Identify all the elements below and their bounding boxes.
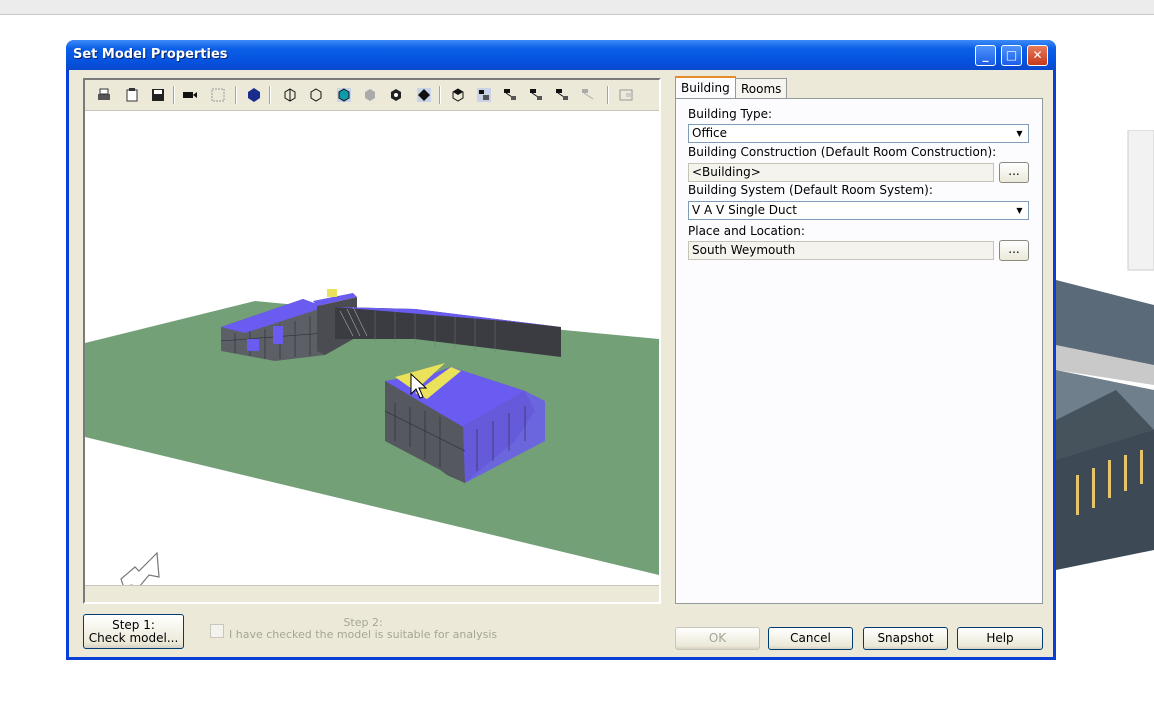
step2-line2: I have checked the model is suitable for… bbox=[229, 628, 498, 641]
tab-building[interactable]: Building bbox=[675, 76, 736, 99]
background-model-view bbox=[1056, 130, 1154, 590]
panel-icon[interactable] bbox=[619, 88, 633, 102]
fit-icon[interactable] bbox=[417, 88, 431, 102]
layers-icon[interactable] bbox=[477, 88, 491, 102]
building-system-label: Building System (Default Room System): bbox=[688, 183, 933, 197]
building-system-value: V A V Single Duct bbox=[692, 203, 797, 217]
snapshot-button[interactable]: Snapshot bbox=[863, 627, 948, 650]
view-icon[interactable] bbox=[451, 88, 465, 102]
background-browser-bar bbox=[0, 0, 1154, 15]
chevron-down-icon[interactable]: ▼ bbox=[1012, 126, 1027, 141]
place-location-label: Place and Location: bbox=[688, 224, 805, 238]
tree4-icon[interactable] bbox=[581, 88, 595, 102]
viewport-scrollbar[interactable] bbox=[85, 585, 659, 602]
building-construction-field: <Building> bbox=[688, 163, 994, 182]
help-button[interactable]: Help bbox=[957, 627, 1043, 650]
place-location-field: South Weymouth bbox=[688, 241, 994, 260]
model-viewport[interactable] bbox=[83, 78, 661, 604]
title-bar[interactable]: Set Model Properties _ □ ✕ bbox=[66, 40, 1056, 70]
building-type-label: Building Type: bbox=[688, 107, 773, 121]
3d-building-scene[interactable] bbox=[85, 111, 659, 589]
close-button[interactable]: ✕ bbox=[1027, 45, 1048, 66]
model-checked-checkbox[interactable] bbox=[210, 624, 224, 638]
location-browse-button[interactable]: ... bbox=[999, 240, 1029, 261]
step2-label: Step 2: I have checked the model is suit… bbox=[229, 617, 497, 641]
cancel-button[interactable]: Cancel bbox=[768, 627, 853, 650]
ok-button[interactable]: OK bbox=[675, 627, 760, 650]
tab-rooms[interactable]: Rooms bbox=[735, 78, 788, 98]
building-type-select[interactable]: Office ▼ bbox=[688, 124, 1029, 143]
viewport-toolbar bbox=[85, 80, 659, 111]
construction-browse-button[interactable]: ... bbox=[999, 162, 1029, 183]
building-properties-panel: Building Type: Office ▼ Building Constru… bbox=[675, 98, 1043, 604]
tree3-icon[interactable] bbox=[555, 88, 569, 102]
building-system-select[interactable]: V A V Single Duct ▼ bbox=[688, 201, 1029, 220]
building-construction-label: Building Construction (Default Room Cons… bbox=[688, 145, 997, 159]
shaded-icon[interactable] bbox=[337, 88, 351, 102]
tree1-icon[interactable] bbox=[503, 88, 517, 102]
step1-line2: Check model... bbox=[88, 631, 179, 645]
print-icon[interactable] bbox=[97, 88, 111, 102]
camera-icon[interactable] bbox=[183, 88, 197, 102]
copy-icon[interactable] bbox=[125, 88, 139, 102]
step1-check-model-button[interactable]: Step 1: Check model... bbox=[83, 614, 184, 649]
explode-icon[interactable] bbox=[389, 88, 403, 102]
tree2-icon[interactable] bbox=[529, 88, 543, 102]
grid-icon[interactable] bbox=[211, 88, 225, 102]
building-type-value: Office bbox=[692, 126, 728, 140]
orbit-icon[interactable] bbox=[309, 88, 323, 102]
dialog-title: Set Model Properties bbox=[73, 47, 228, 62]
dialog-client: Building Rooms Building Type: Office ▼ B… bbox=[69, 70, 1053, 657]
hidden-icon[interactable] bbox=[363, 88, 377, 102]
solid-icon[interactable] bbox=[247, 88, 261, 102]
pan-icon[interactable] bbox=[283, 88, 297, 102]
dialog-window: Set Model Properties _ □ ✕ Building Room… bbox=[66, 40, 1056, 660]
chevron-down-icon[interactable]: ▼ bbox=[1012, 203, 1027, 218]
minimize-button[interactable]: _ bbox=[975, 45, 996, 66]
maximize-button[interactable]: □ bbox=[1001, 45, 1022, 66]
save-icon[interactable] bbox=[151, 88, 165, 102]
